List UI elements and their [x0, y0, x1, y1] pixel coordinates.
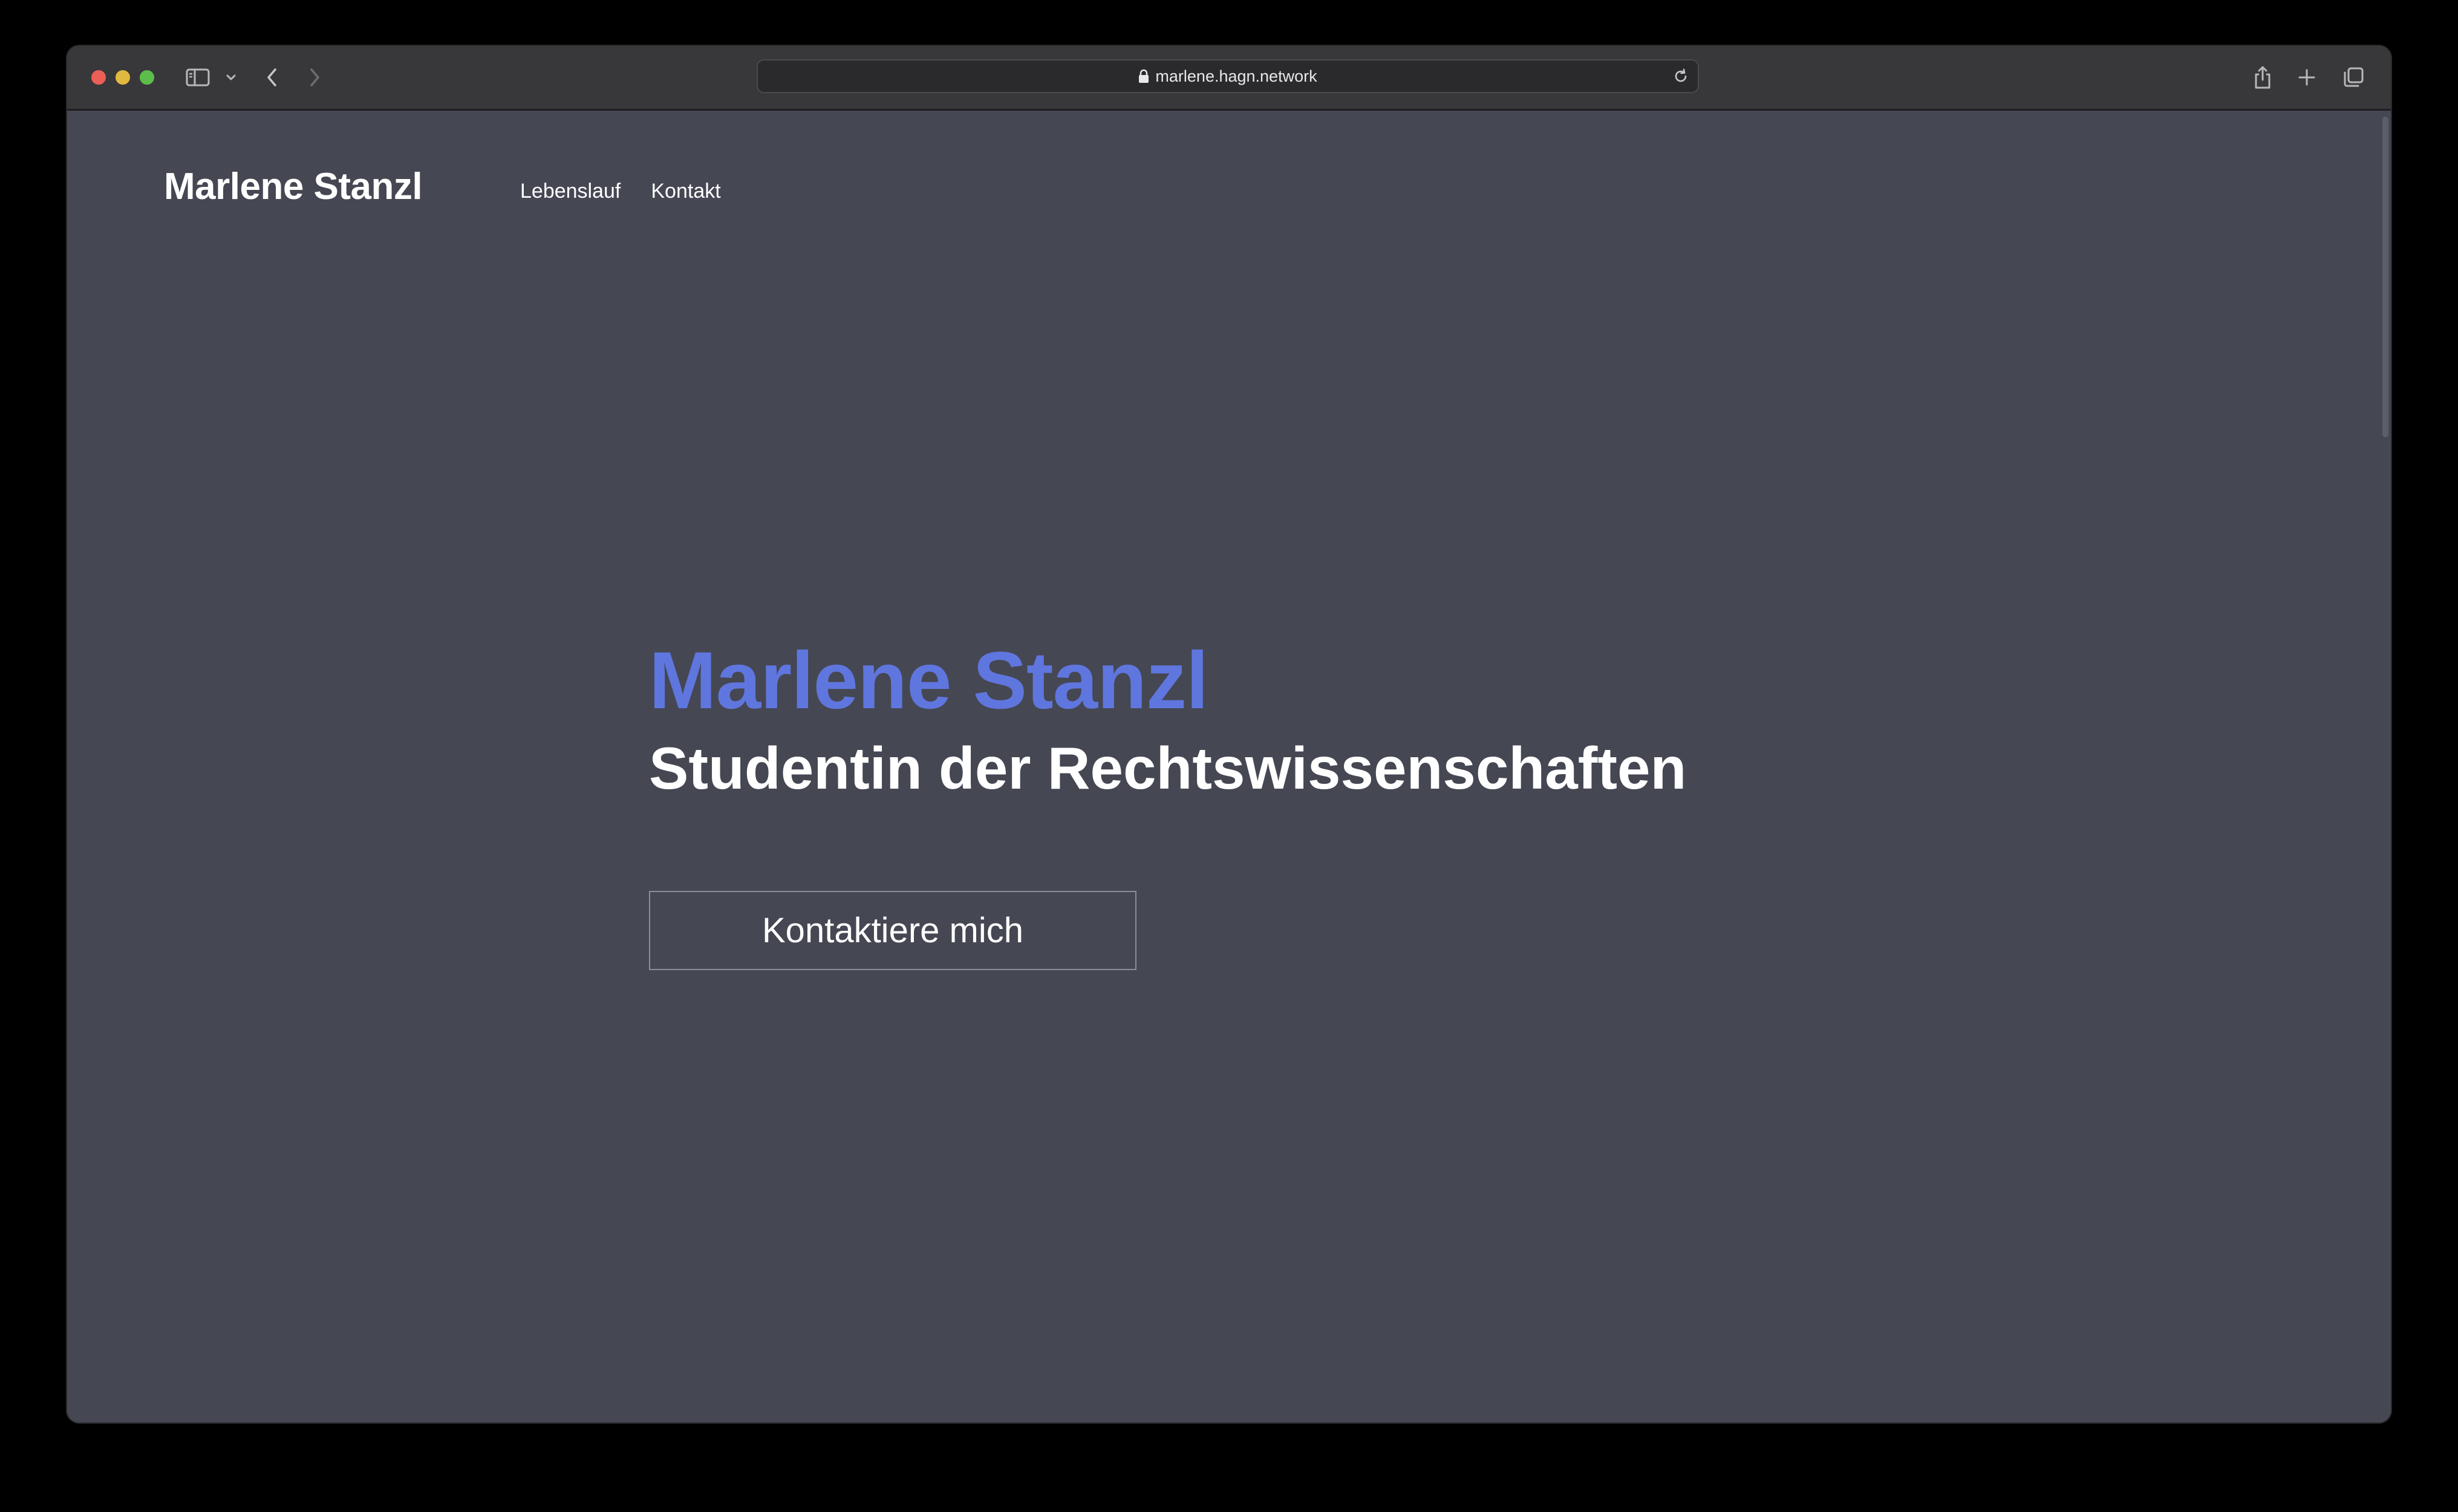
chevron-down-icon: [226, 74, 236, 80]
tab-overview-icon: [2344, 67, 2364, 87]
minimize-window-button[interactable]: [116, 70, 130, 85]
reload-icon: [1675, 68, 1687, 82]
site-brand[interactable]: Marlene Stanzl: [164, 165, 423, 208]
close-window-button[interactable]: [91, 70, 106, 85]
forward-arrow-icon: [310, 68, 319, 86]
zoom-window-button[interactable]: [140, 70, 154, 85]
hero-title: Marlene Stanzl: [649, 636, 1208, 726]
nav-link-kontakt[interactable]: Kontakt: [651, 180, 720, 203]
hero-section: Marlene Stanzl Studentin der Rechtswisse…: [649, 640, 1686, 798]
address-bar[interactable]: marlene.hagn.network: [757, 59, 1699, 93]
tab-overview-button[interactable]: [2342, 64, 2364, 91]
hero-subtitle: Studentin der Rechtswissenschaften: [649, 735, 1687, 801]
share-icon: [2255, 66, 2271, 89]
site-nav: Lebenslauf Kontakt: [520, 180, 721, 203]
back-button[interactable]: [266, 64, 279, 91]
plus-icon: [2298, 69, 2315, 86]
sidebar-icon: [186, 68, 210, 86]
back-arrow-icon: [267, 68, 276, 86]
sidebar-menu-button[interactable]: [226, 64, 236, 91]
sidebar-toggle-button[interactable]: [186, 64, 210, 91]
browser-window: marlene.hagn.network Marlene Stanzl Lebe…: [67, 46, 2391, 1422]
address-url: marlene.hagn.network: [1155, 67, 1317, 85]
scrollbar[interactable]: [2382, 117, 2388, 437]
nav-link-lebenslauf[interactable]: Lebenslauf: [520, 180, 621, 203]
browser-toolbar: marlene.hagn.network: [67, 46, 2391, 111]
new-tab-button[interactable]: [2298, 64, 2316, 91]
contact-button[interactable]: Kontaktiere mich: [649, 891, 1136, 970]
reload-button[interactable]: [1672, 68, 1689, 88]
forward-button[interactable]: [308, 64, 321, 91]
lock-icon: [1139, 69, 1149, 83]
web-page: Marlene Stanzl Lebenslauf Kontakt Marlen…: [67, 111, 2391, 1422]
share-button[interactable]: [2253, 64, 2272, 91]
